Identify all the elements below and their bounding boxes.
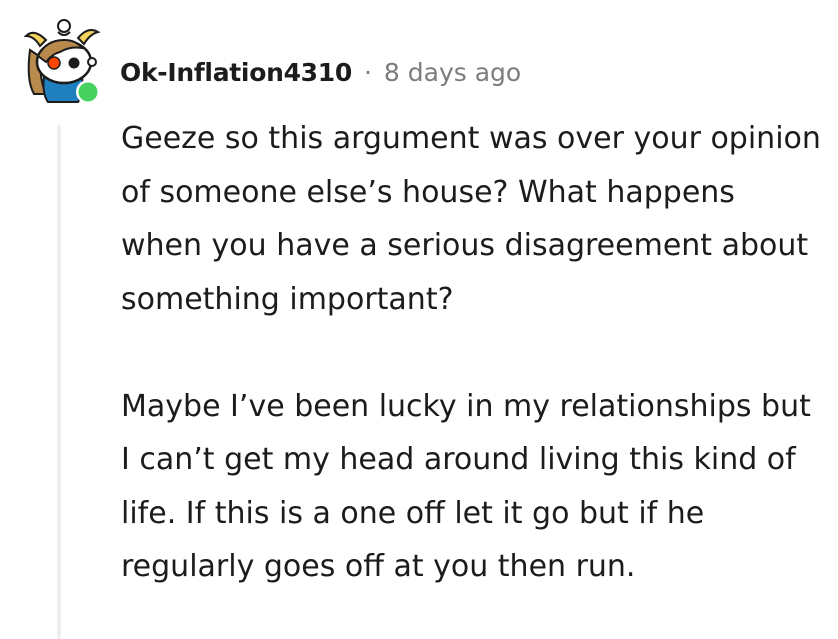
comment: Ok-Inflation4310 · 8 days ago Geeze so t… xyxy=(0,0,838,639)
snoo-avatar-icon xyxy=(23,19,101,104)
username-link[interactable]: Ok-Inflation4310 xyxy=(120,58,352,87)
user-avatar[interactable] xyxy=(16,10,102,106)
separator-dot: · xyxy=(363,57,372,87)
thread-collapse-line[interactable] xyxy=(57,125,61,639)
comment-paragraph: Maybe I’ve been lucky in my relationship… xyxy=(121,388,811,585)
comment-header: Ok-Inflation4310 · 8 days ago xyxy=(120,52,521,92)
comment-paragraph: Geeze so this argument was over your opi… xyxy=(121,121,821,317)
comment-body: Geeze so this argument was over your opi… xyxy=(121,112,821,594)
comment-timestamp[interactable]: 8 days ago xyxy=(384,58,521,87)
